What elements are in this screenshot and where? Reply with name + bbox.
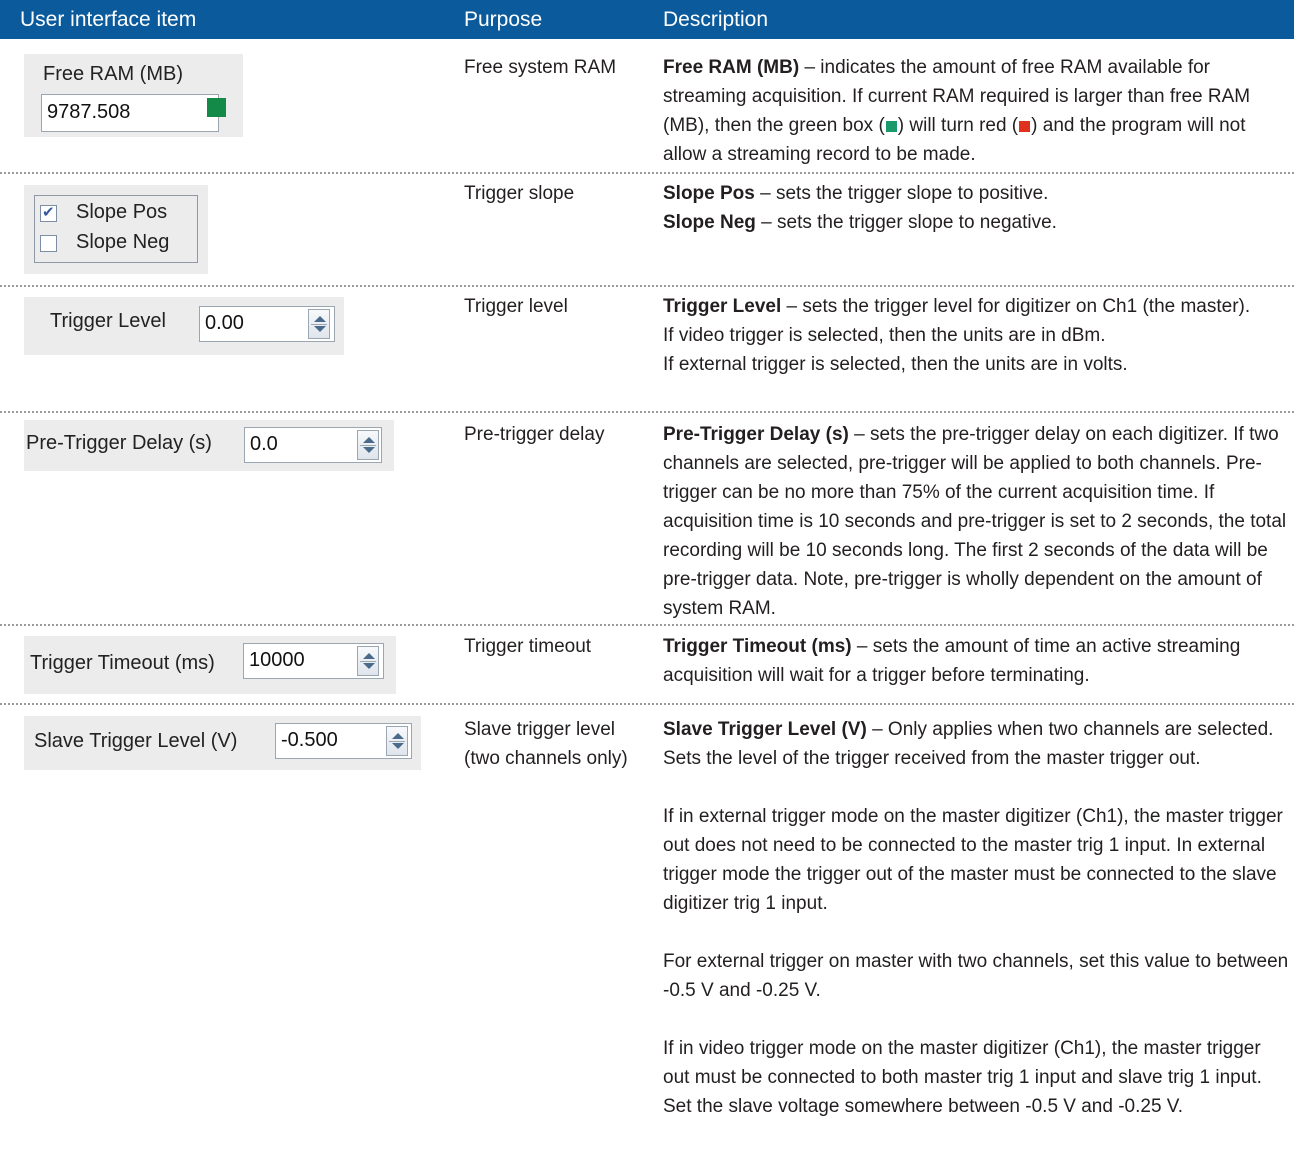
trigger-level-label: Trigger Level [50, 310, 166, 332]
purpose-text: Pre-trigger delay [464, 424, 605, 445]
desc-part: – sets the pre-trigger delay on each dig… [663, 424, 1287, 619]
desc-paragraph: If in video trigger mode on the master d… [663, 1038, 1262, 1117]
row-divider [0, 411, 1294, 413]
slave-trigger-label: Slave Trigger Level (V) [34, 730, 238, 752]
desc-line: If video trigger is selected, then the u… [663, 325, 1106, 346]
term: Free RAM (MB) [663, 57, 800, 78]
desc-paragraph: If in external trigger mode on the maste… [663, 806, 1283, 914]
red-box-icon [1019, 121, 1031, 132]
trigger-timeout-panel: Trigger Timeout (ms) 10000 [24, 636, 396, 694]
pre-trigger-spinner[interactable] [357, 430, 379, 460]
desc-line: If external trigger is selected, then th… [663, 354, 1128, 375]
description-text: Slave Trigger Level (V) – Only applies w… [663, 715, 1289, 1121]
term: Slope Neg [663, 212, 756, 233]
purpose-text: Trigger slope [464, 183, 575, 204]
desc-paragraph: For external trigger on master with two … [663, 951, 1289, 1001]
row-divider [0, 172, 1294, 174]
desc-part: – sets the trigger slope to negative. [755, 212, 1057, 233]
slope-neg-checkbox[interactable] [40, 235, 57, 252]
term: Trigger Level [663, 296, 782, 317]
free-ram-label: Free RAM (MB) [43, 63, 183, 85]
slope-pos-checkbox[interactable] [40, 203, 57, 222]
purpose-text: Trigger timeout [464, 636, 592, 657]
description-text: Free RAM (MB) – indicates the amount of … [663, 53, 1289, 169]
trigger-level-spinner[interactable] [308, 309, 330, 339]
term: Slope Pos [663, 183, 755, 204]
free-ram-field: 9787.508 [41, 94, 219, 132]
slave-trigger-panel: Slave Trigger Level (V) -0.500 [24, 716, 421, 770]
slave-trigger-spinner[interactable] [386, 726, 408, 756]
description-text: Pre-Trigger Delay (s) – sets the pre-tri… [663, 420, 1289, 623]
term: Pre-Trigger Delay (s) [663, 424, 849, 445]
description-text: Trigger Timeout (ms) – sets the amount o… [663, 632, 1289, 690]
pre-trigger-panel: Pre-Trigger Delay (s) 0.0 [24, 420, 394, 471]
description-text: Slope Pos – sets the trigger slope to po… [663, 179, 1289, 237]
description-text: Trigger Level – sets the trigger level f… [663, 292, 1289, 379]
purpose-text: Slave trigger level (two channels only) [464, 719, 628, 769]
header-purpose: Purpose [464, 8, 543, 31]
row-divider [0, 624, 1294, 626]
row-divider [0, 703, 1294, 705]
term: Slave Trigger Level (V) [663, 719, 867, 740]
slope-neg-label: Slope Neg [76, 231, 170, 253]
green-box-icon [885, 121, 897, 132]
header-ui-item: User interface item [20, 8, 197, 31]
trigger-timeout-spinner[interactable] [357, 646, 379, 676]
free-ram-panel: Free RAM (MB) 9787.508 [24, 54, 243, 137]
ram-status-indicator [207, 98, 226, 117]
slope-panel: Slope Pos Slope Neg [24, 185, 208, 274]
row-divider [0, 285, 1294, 287]
table-header: User interface item Purpose Description [0, 0, 1294, 39]
desc-part: – sets the trigger level for digitizer o… [781, 296, 1251, 317]
pre-trigger-label: Pre-Trigger Delay (s) [26, 432, 212, 454]
desc-part: ) will turn red ( [897, 115, 1019, 136]
purpose-text: Trigger level [464, 296, 568, 317]
trigger-timeout-label: Trigger Timeout (ms) [30, 652, 215, 674]
desc-part: – sets the trigger slope to positive. [754, 183, 1049, 204]
purpose-text: Free system RAM [464, 57, 617, 78]
trigger-level-panel: Trigger Level 0.00 [24, 297, 344, 355]
term: Trigger Timeout (ms) [663, 636, 852, 657]
slope-pos-label: Slope Pos [76, 201, 168, 223]
header-description: Description [663, 8, 769, 31]
